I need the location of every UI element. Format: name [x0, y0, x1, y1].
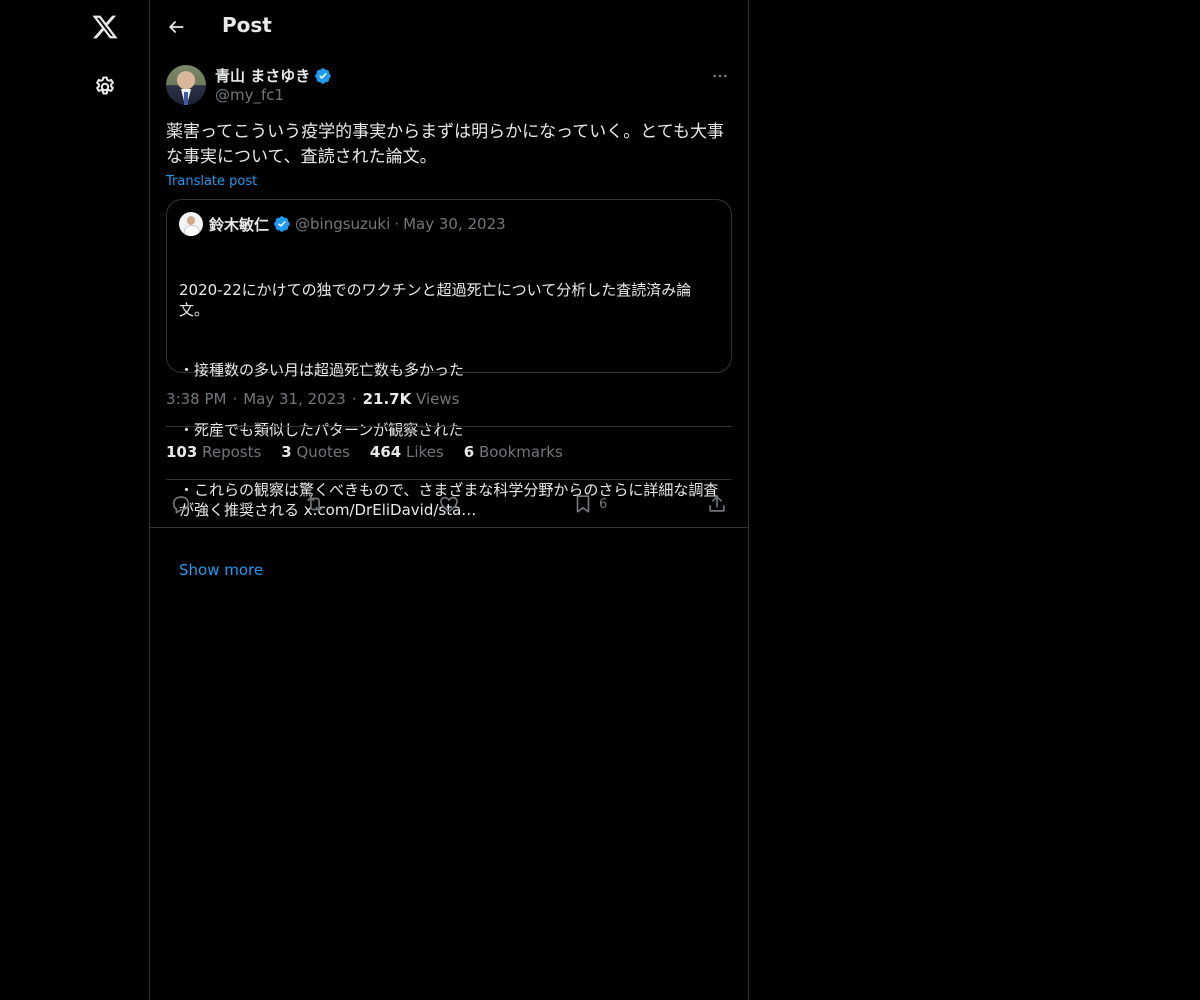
quoted-post[interactable]: 鈴木敏仁 @bingsuzuki · May 30, 2023 2020-22に… [166, 199, 732, 579]
views: 21.7K Views [363, 390, 460, 408]
separator-dot: · [351, 390, 357, 408]
reply-button[interactable] [170, 488, 192, 520]
settings-button[interactable] [85, 67, 125, 107]
reposts-label: Reposts [202, 443, 262, 461]
bookmark-count: 6 [599, 496, 608, 512]
author-name: 青山 まさゆき [215, 67, 311, 85]
divider [150, 527, 748, 528]
repost-button[interactable] [304, 488, 326, 520]
quoted-post-header: 鈴木敏仁 @bingsuzuki · May 30, 2023 [179, 212, 719, 236]
post-meta: 3:38 PM · May 31, 2023 · 21.7K Views [166, 390, 459, 408]
author-avatar[interactable] [166, 65, 206, 105]
x-logo-button[interactable] [85, 7, 125, 47]
translate-post-link[interactable]: Translate post [166, 174, 257, 189]
settings-icon [96, 76, 114, 95]
more-button[interactable] [708, 64, 732, 88]
post-text: 薬害ってこういう疫学的事実からまずは明らかになっていく。とても大事な事実について… [166, 122, 724, 167]
author-name-link[interactable]: 青山 まさゆき [215, 65, 332, 86]
action-bar: 6 [166, 488, 732, 520]
views-label: Views [416, 390, 460, 408]
separator-dot: · [232, 390, 238, 408]
share-button[interactable] [706, 488, 728, 520]
bookmarks-count: 6 [463, 443, 475, 461]
quoted-line: ・死産でも類似したパターンが観察された [179, 421, 464, 439]
quotes-label: Quotes [296, 443, 350, 461]
author-row: 青山 まさゆき @my_fc1 [166, 64, 732, 108]
post-header: Post [150, 0, 748, 54]
post: 青山 まさゆき @my_fc1 薬害ってこういう疫学的事実からまずは明らかになっ… [166, 64, 732, 579]
share-icon [709, 495, 725, 512]
views-count: 21.7K [362, 390, 412, 408]
quoted-line: ・接種数の多い月は超過死亡数も多かった [179, 361, 465, 379]
avatar-tie [184, 92, 188, 105]
author-handle[interactable]: @my_fc1 [215, 86, 284, 104]
quotes-count: 3 [281, 443, 292, 461]
verified-badge-icon [274, 216, 290, 232]
likes-stat[interactable]: 464 Likes [370, 443, 444, 461]
quoted-author-avatar [179, 212, 203, 236]
bookmarks-label: Bookmarks [478, 443, 563, 461]
separator-dot: · [394, 215, 400, 233]
divider [166, 479, 732, 480]
more-icon [713, 74, 727, 78]
likes-label: Likes [406, 443, 444, 461]
likes-count: 464 [369, 443, 402, 461]
back-arrow-icon [169, 21, 184, 33]
reposts-stat[interactable]: 103 Reposts [166, 443, 261, 461]
back-button[interactable] [160, 11, 192, 43]
x-logo-icon [92, 15, 118, 39]
quoted-author-name: 鈴木敏仁 [209, 215, 270, 234]
repost-icon [307, 496, 323, 512]
like-button[interactable] [438, 488, 460, 520]
left-nav [0, 0, 150, 1000]
bookmark-button[interactable]: 6 [572, 488, 607, 520]
post-stats: 103 Reposts 3 Quotes 464 Likes 6 Bookmar… [166, 443, 563, 461]
app: Post 青山 まさゆき @my_fc1 薬害ってこういう疫学的事実からまずは明… [0, 0, 1200, 1000]
quotes-stat[interactable]: 3 Quotes [281, 443, 350, 461]
bookmarks-stat[interactable]: 6 Bookmarks [464, 443, 563, 461]
reply-icon [172, 496, 190, 514]
post-date[interactable]: May 31, 2023 [243, 390, 346, 408]
like-icon [440, 496, 458, 513]
post-time[interactable]: 3:38 PM [166, 390, 226, 408]
main-column: Post 青山 まさゆき @my_fc1 薬害ってこういう疫学的事実からまずは明… [150, 0, 749, 1000]
quoted-author-handle: @bingsuzuki [295, 215, 391, 233]
reposts-count: 103 [166, 443, 198, 461]
bookmark-icon [576, 495, 590, 513]
quoted-post-date: May 30, 2023 [403, 215, 506, 233]
show-more-link[interactable]: Show more [179, 560, 719, 580]
divider [166, 426, 732, 427]
page-title: Post [222, 13, 272, 37]
quoted-line: 2020-22にかけての独でのワクチンと超過死亡について分析した査読済み論文。 [179, 281, 692, 319]
verified-badge-icon [315, 67, 331, 84]
